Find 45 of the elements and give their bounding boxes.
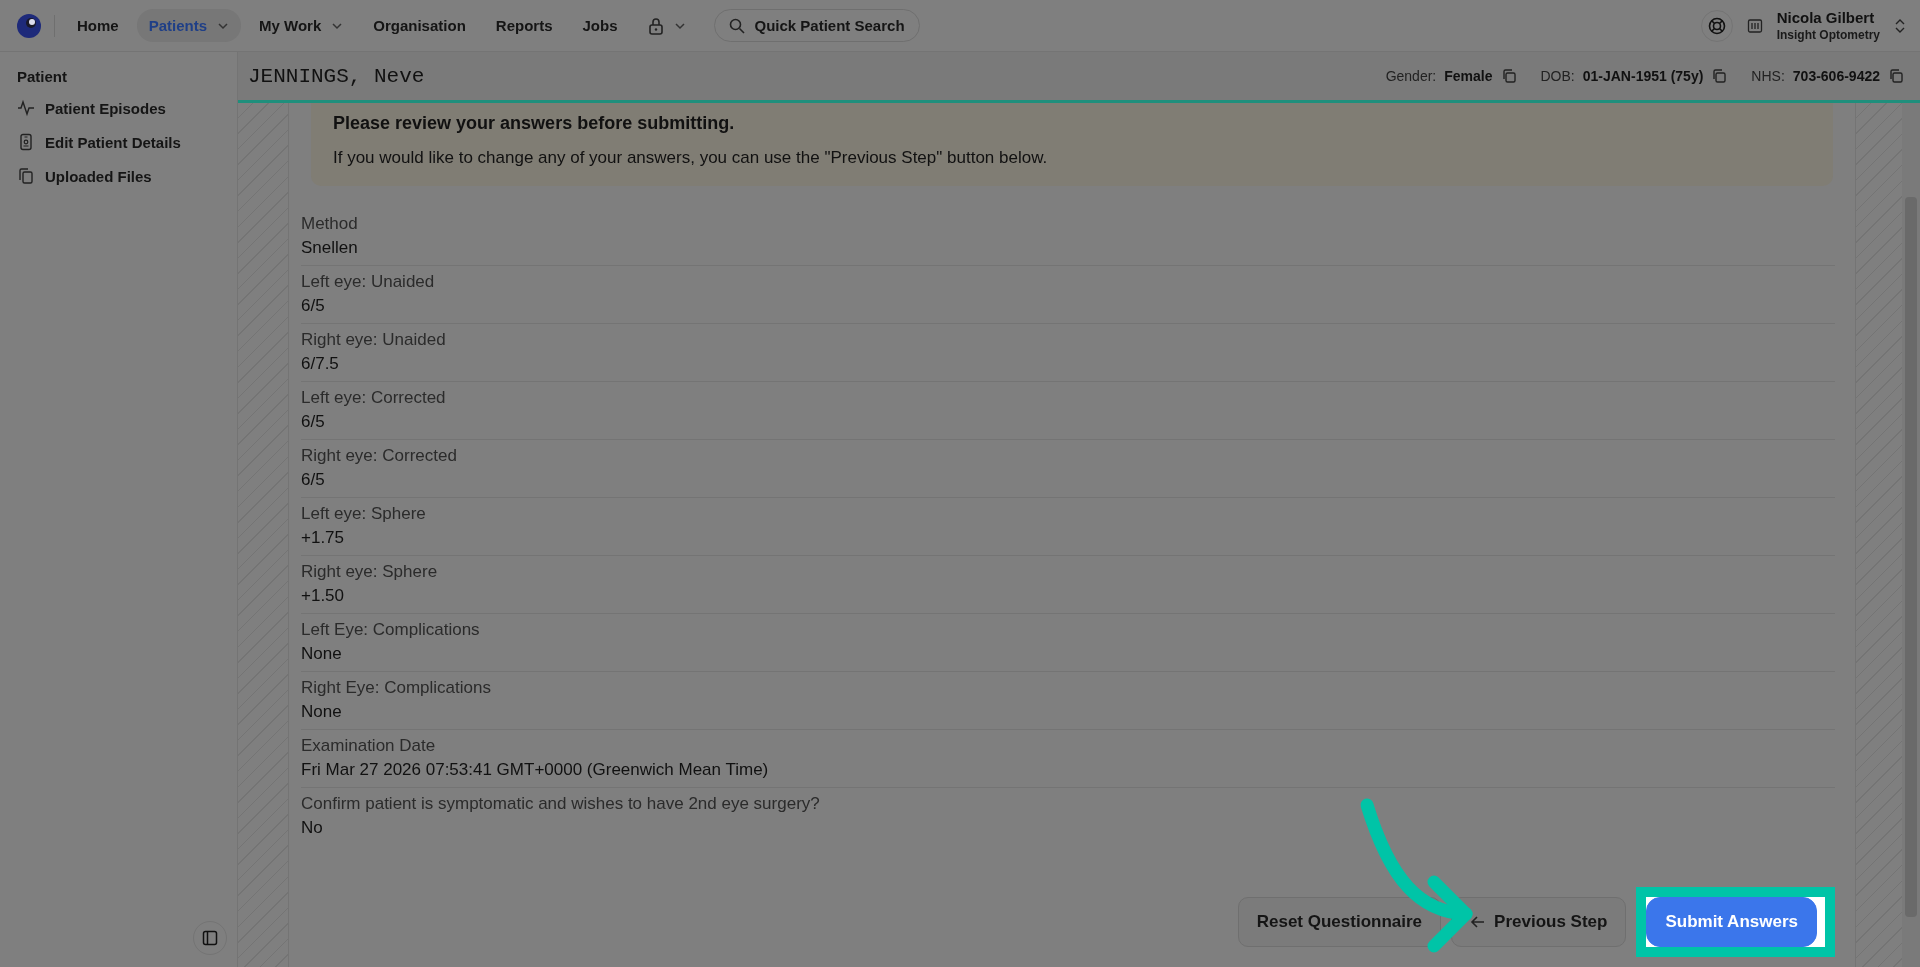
- question-label: Left eye: Sphere: [301, 504, 427, 524]
- notice-title: Please review your answers before submitting.: [333, 113, 736, 134]
- nav-tab[interactable]: Home: [65, 9, 131, 42]
- question-label: Right eye: Corrected: [301, 446, 458, 466]
- question-label: Right Eye: Complications: [301, 678, 492, 698]
- answer-value: +1.50: [301, 586, 345, 606]
- question-label: Right eye: Unaided: [301, 330, 447, 350]
- field-label: DOB:: [1540, 68, 1575, 84]
- sidebar-item[interactable]: Uploaded Files: [10, 159, 227, 193]
- nav-tab[interactable]: Jobs: [570, 9, 630, 42]
- question-label: Confirm patient is symptomatic and wishes to have 2nd eye surgery?: [301, 794, 821, 814]
- sidebar-item[interactable]: Edit Patient Details: [10, 125, 227, 159]
- answer-value: 6/7.5: [301, 354, 340, 374]
- nav-tab[interactable]: Reports: [483, 9, 565, 42]
- answer-value: Snellen: [301, 238, 359, 258]
- organisation-name: Insight Optometry: [1776, 28, 1880, 42]
- field-label: NHS:: [1751, 68, 1785, 84]
- answer-value: +1.75: [301, 528, 345, 548]
- field-value: Female: [1444, 68, 1493, 84]
- field-label: Gender:: [1385, 68, 1437, 84]
- patient-name: JENNINGS, Neve: [248, 64, 425, 88]
- notice-text: If you would like to change any of your answers, you can use the "Previous Step" button below.: [333, 148, 1049, 168]
- sidebar-heading: Patient: [16, 68, 68, 87]
- submit-button[interactable]: Submit Answers: [1646, 897, 1817, 947]
- answer-value: None: [301, 644, 343, 664]
- question-label: Method: [301, 214, 359, 234]
- reset-button[interactable]: Reset Questionnaire: [1237, 897, 1442, 947]
- sidebar-item[interactable]: Patient Episodes: [10, 91, 227, 125]
- question-label: Left eye: Unaided: [301, 272, 436, 292]
- previous-step-button[interactable]: Previous Step: [1451, 897, 1627, 947]
- field-value: 703-606-9422: [1792, 68, 1880, 84]
- answer-value: Fri Mar 27 2026 07:53:41 GMT+0000 (Greenwich Mean Time): [301, 760, 770, 780]
- question-label: Left Eye: Complications: [301, 620, 481, 640]
- question-label: Right eye: Sphere: [301, 562, 439, 582]
- nav-tab[interactable]: My Work: [247, 9, 356, 42]
- field-value: 01-JAN-1951 (75y): [1582, 68, 1704, 84]
- answer-value: 6/5: [301, 470, 326, 490]
- answer-value: 6/5: [301, 296, 326, 316]
- user-name: Nicola Gilbert: [1776, 9, 1876, 26]
- answer-value: None: [301, 702, 343, 722]
- question-label: Left eye: Corrected: [301, 388, 447, 408]
- nav-tab[interactable]: Organisation: [361, 9, 478, 42]
- answer-value: No: [301, 818, 324, 838]
- answer-value: 6/5: [301, 412, 326, 432]
- question-label: Examination Date: [301, 736, 437, 756]
